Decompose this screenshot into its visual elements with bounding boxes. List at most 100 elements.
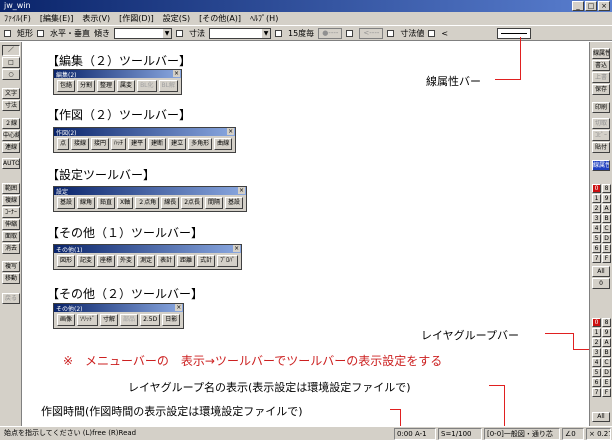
menu-draw[interactable]: [作図(D)]: [119, 13, 154, 24]
layer-cell[interactable]: 4: [592, 224, 601, 233]
toolbar-button[interactable]: 部品: [120, 314, 139, 326]
layer-cell[interactable]: 5: [592, 234, 601, 243]
layer-cell[interactable]: 6: [592, 244, 601, 253]
layer-zero-button[interactable]: 0: [592, 278, 610, 289]
toolbar-button[interactable]: 接線: [71, 138, 90, 150]
lt-checkbox[interactable]: [428, 29, 436, 37]
toolbar-button[interactable]: 2.5D: [140, 314, 161, 326]
layer-cell[interactable]: 3: [592, 214, 601, 223]
chamfer-button[interactable]: 面取: [2, 231, 20, 242]
write-button[interactable]: 書込: [592, 60, 610, 71]
menu-help[interactable]: ﾍﾙﾌﾟ(H): [250, 13, 278, 24]
toolbar-button[interactable]: 記変: [77, 255, 96, 267]
erase-button[interactable]: 消去: [2, 243, 20, 254]
toolbar-button[interactable]: 属変: [117, 80, 136, 92]
toolbar-button[interactable]: X軸: [117, 197, 134, 209]
toolbar-button[interactable]: 基設: [57, 197, 76, 209]
layer-cell[interactable]: 9: [602, 194, 611, 203]
dimension-tool-button[interactable]: 寸法: [2, 100, 20, 111]
toolbar-button[interactable]: 接円: [91, 138, 110, 150]
layer-group-cell[interactable]: 2: [592, 338, 601, 347]
close-icon[interactable]: ×: [227, 128, 235, 135]
toolbar-button[interactable]: 曲線: [214, 138, 233, 150]
corner-button[interactable]: ｺｰﾅｰ: [2, 207, 20, 218]
layer-group-cell[interactable]: A: [602, 338, 611, 347]
toolbar-button[interactable]: 表計: [157, 255, 176, 267]
layer-group-all-button[interactable]: All: [592, 412, 610, 422]
toolbar-button[interactable]: 図形: [57, 255, 76, 267]
layer-group-cell[interactable]: C: [602, 358, 611, 367]
toolbar-button[interactable]: 座標: [97, 255, 116, 267]
n15-checkbox[interactable]: [275, 29, 282, 37]
double-line-button[interactable]: ２線: [2, 118, 20, 129]
toolbar-button[interactable]: 寸解: [100, 314, 119, 326]
layer-cell[interactable]: 1: [592, 194, 601, 203]
layer-group-cell[interactable]: 0: [592, 318, 601, 327]
status-layer-group[interactable]: [0-0]一般図・通り芯: [484, 428, 560, 440]
layer-all-button[interactable]: All: [592, 266, 610, 277]
layer-cell[interactable]: D: [602, 234, 611, 243]
auto-button[interactable]: AUTO: [2, 158, 20, 169]
close-icon[interactable]: ×: [233, 245, 241, 252]
toolbar-button[interactable]: 多角形: [188, 138, 213, 150]
menu-settings[interactable]: 設定(S): [163, 13, 190, 24]
toolbar-button[interactable]: 2点長: [181, 197, 204, 209]
toolbar-button[interactable]: 間隔: [205, 197, 224, 209]
range-button[interactable]: 範囲: [2, 183, 20, 194]
overwrite-button[interactable]: 上書: [592, 72, 610, 83]
toolbar-button[interactable]: 線角: [77, 197, 96, 209]
tilt-combo[interactable]: ▼: [114, 27, 172, 39]
layer-cell[interactable]: A: [602, 204, 611, 213]
toolbar-button[interactable]: BL化: [137, 80, 157, 92]
menu-edit[interactable]: [編集(E)]: [40, 13, 74, 24]
toolbar-button[interactable]: 点: [57, 138, 70, 150]
toolbar-button[interactable]: 基設: [225, 197, 244, 209]
toolbar-button[interactable]: 整理: [97, 80, 116, 92]
toolbar-button[interactable]: ２点角: [135, 197, 160, 209]
toolbar-button[interactable]: 建立: [168, 138, 187, 150]
line-tool-button[interactable]: ／: [2, 45, 20, 56]
close-icon[interactable]: ×: [175, 304, 183, 311]
hv-checkbox[interactable]: [37, 29, 44, 37]
layer-cell[interactable]: C: [602, 224, 611, 233]
center-line-button[interactable]: 中心線: [2, 130, 20, 141]
layer-cell[interactable]: 0: [592, 184, 601, 193]
menu-other[interactable]: [その他(A)]: [199, 13, 241, 24]
toolbar-button[interactable]: ﾌﾟﾛﾊﾟ: [217, 255, 239, 267]
save-button[interactable]: 保存: [592, 84, 610, 95]
toolbar-button[interactable]: 建断: [148, 138, 167, 150]
toolbar-button[interactable]: 包絡: [57, 80, 76, 92]
layer-cell[interactable]: 8: [602, 184, 611, 193]
toolbar-button[interactable]: BL解: [158, 80, 178, 92]
toolbar-button[interactable]: 鉛直: [97, 197, 116, 209]
layer-group-cell[interactable]: 9: [602, 328, 611, 337]
menu-file[interactable]: ﾌｧｲﾙ(F): [4, 13, 31, 24]
circle-tool-button[interactable]: ○: [2, 69, 20, 80]
menu-view[interactable]: 表示(V): [82, 13, 110, 24]
layer-cell[interactable]: 7: [592, 254, 601, 263]
close-button[interactable]: ×: [598, 1, 610, 11]
layer-group-cell[interactable]: E: [602, 378, 611, 387]
rect-checkbox[interactable]: [4, 29, 11, 37]
copy-button[interactable]: 複写: [2, 261, 20, 272]
layer-group-cell[interactable]: 8: [602, 318, 611, 327]
print-button[interactable]: 印刷: [592, 102, 610, 113]
undo-button[interactable]: 戻る: [2, 293, 20, 304]
toolbar-button[interactable]: 距離: [177, 255, 196, 267]
layer-cell[interactable]: F: [602, 254, 611, 263]
rect-tool-button[interactable]: □: [2, 57, 20, 68]
toolbar-button[interactable]: ﾊｯﾁ: [111, 138, 127, 150]
line-attribute-preview[interactable]: [497, 28, 531, 39]
layer-group-cell[interactable]: 3: [592, 348, 601, 357]
status-angle[interactable]: ∠0: [562, 428, 584, 440]
layer-group-cell[interactable]: 7: [592, 388, 601, 397]
layer-group-cell[interactable]: D: [602, 368, 611, 377]
maximize-button[interactable]: □: [585, 1, 597, 11]
copy-clip-button[interactable]: ｺﾋﾟｰ: [592, 130, 610, 141]
line-attr-button[interactable]: 線属性: [592, 48, 610, 59]
toolbar-button[interactable]: 分割: [77, 80, 96, 92]
toolbar-button[interactable]: 日影: [162, 314, 181, 326]
layer-group-cell[interactable]: F: [602, 388, 611, 397]
extend-button[interactable]: 伸縮: [2, 219, 20, 230]
dimval-checkbox[interactable]: [387, 29, 395, 37]
